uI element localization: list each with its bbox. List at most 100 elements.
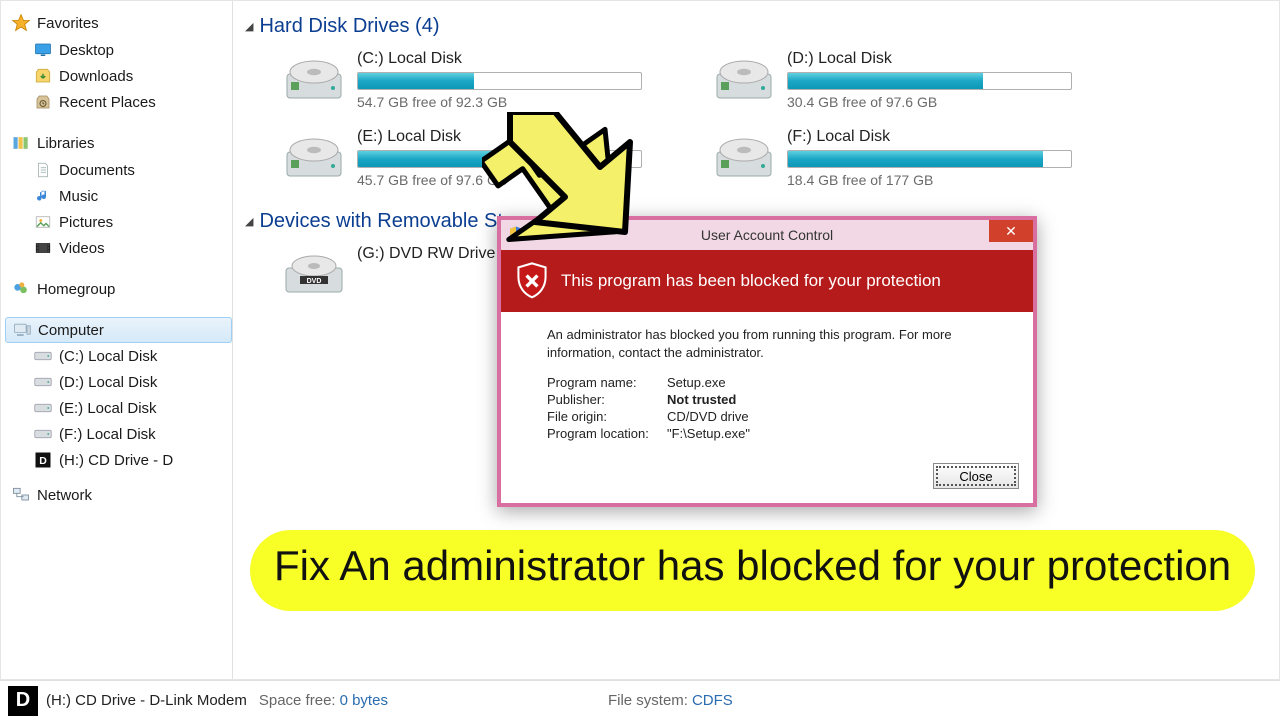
sidebar-item-e-drive[interactable]: (E:) Local Disk [5,395,232,421]
hdd-drive-icon [279,128,349,186]
recent-places-icon [33,92,53,112]
explorer-window: Favorites Desktop Downloads Recent Place… [0,0,1280,720]
item-label: Downloads [59,68,133,85]
sidebar-item-h-drive[interactable]: D (H:) CD Drive - D [5,447,232,473]
pictures-icon [33,212,53,232]
sidebar-item-d-drive[interactable]: (D:) Local Disk [5,369,232,395]
sidebar-item-music[interactable]: Music [5,183,232,209]
sidebar-item-recent-places[interactable]: Recent Places [5,89,232,115]
homegroup-icon [11,279,31,299]
item-label: Music [59,188,98,205]
network-label: Network [37,487,92,504]
drive-item[interactable]: (D:) Local Disk 30.4 GB free of 97.6 GB [709,50,1099,110]
hdd-section-header[interactable]: ◢ Hard Disk Drives (4) [245,15,1263,38]
uac-detail-row: Program name:Setup.exe [547,375,987,390]
drive-item[interactable]: (C:) Local Disk 54.7 GB free of 92.3 GB [279,50,669,110]
item-label: Recent Places [59,94,156,111]
hdd-section-label: Hard Disk Drives (4) [259,15,439,38]
drive-item[interactable]: (F:) Local Disk 18.4 GB free of 177 GB [709,128,1099,188]
drive-label: (F:) Local Disk [787,128,1099,146]
uac-body: An administrator has blocked you from ru… [501,312,1033,453]
item-label: Videos [59,240,105,257]
uac-detail-value: Not trusted [667,392,736,407]
libraries-icon [11,133,31,153]
collapse-triangle-icon: ◢ [245,215,253,228]
uac-headline: This program has been blocked for your p… [561,271,941,291]
favorites-label: Favorites [37,15,99,32]
libraries-group: Libraries Documents Music Pictures Video… [5,129,232,261]
uac-detail-value: Setup.exe [667,375,726,390]
uac-detail-row: File origin:CD/DVD drive [547,409,987,424]
svg-text:DVD: DVD [307,278,322,285]
uac-title-text: User Account Control [701,227,833,243]
statusbar-drive-icon: D [8,686,38,716]
cd-icon: D [33,450,53,470]
navigation-sidebar: Favorites Desktop Downloads Recent Place… [1,1,233,679]
desktop-icon [33,40,53,60]
statusbar-space-value: 0 bytes [340,692,388,709]
uac-detail-key: Program location: [547,426,667,441]
hdd-icon [33,424,53,444]
drive-free-text: 30.4 GB free of 97.6 GB [787,94,1099,110]
hdd-drives-list: (C:) Local Disk 54.7 GB free of 92.3 GB … [279,50,1263,206]
arrow-annotation-icon [490,112,660,262]
favorites-group: Favorites Desktop Downloads Recent Place… [5,9,232,115]
hdd-drive-icon [709,50,779,108]
hdd-drive-icon [279,50,349,108]
uac-detail-value: "F:\Setup.exe" [667,426,750,441]
status-bar: D (H:) CD Drive - D-Link Modem Space fre… [0,680,1280,720]
item-label: (E:) Local Disk [59,400,157,417]
videos-icon [33,238,53,258]
hdd-icon [33,346,53,366]
network-group: Network [5,481,232,509]
hdd-drive-icon [709,128,779,186]
uac-close-button[interactable]: ✕ [989,220,1033,242]
uac-details: Program name:Setup.exe Publisher:Not trus… [547,375,987,441]
network-header[interactable]: Network [5,481,232,509]
item-label: (D:) Local Disk [59,374,157,391]
sidebar-item-pictures[interactable]: Pictures [5,209,232,235]
sidebar-item-desktop[interactable]: Desktop [5,37,232,63]
uac-detail-value: CD/DVD drive [667,409,749,424]
svg-text:D: D [39,455,47,467]
music-icon [33,186,53,206]
libraries-header[interactable]: Libraries [5,129,232,157]
computer-label: Computer [38,322,104,339]
uac-button-row: Close [501,453,1033,503]
caption-text: Fix An administrator has blocked for you… [274,542,1231,589]
uac-detail-key: Publisher: [547,392,667,407]
sidebar-item-c-drive[interactable]: (C:) Local Disk [5,343,232,369]
sidebar-item-downloads[interactable]: Downloads [5,63,232,89]
sidebar-item-videos[interactable]: Videos [5,235,232,261]
hdd-icon [33,372,53,392]
item-label: Pictures [59,214,113,231]
network-icon [11,485,31,505]
computer-icon [12,320,32,340]
item-label: (C:) Local Disk [59,348,157,365]
sidebar-item-documents[interactable]: Documents [5,157,232,183]
star-icon [11,13,31,33]
homegroup-header[interactable]: Homegroup [5,275,232,303]
drive-free-text: 54.7 GB free of 92.3 GB [357,94,669,110]
homegroup-group: Homegroup [5,275,232,303]
drive-usage-bar [787,72,1072,90]
libraries-label: Libraries [37,135,95,152]
uac-close-action-button[interactable]: Close [933,463,1019,489]
collapse-triangle-icon: ◢ [245,20,253,33]
computer-header[interactable]: Computer [5,317,232,343]
drive-label: (C:) Local Disk [357,50,669,68]
uac-detail-row: Program location:"F:\Setup.exe" [547,426,987,441]
sidebar-item-f-drive[interactable]: (F:) Local Disk [5,421,232,447]
favorites-header[interactable]: Favorites [5,9,232,37]
statusbar-fs-label: File system: [608,692,688,709]
dvd-drive-icon: DVD [279,245,349,303]
documents-icon [33,160,53,180]
uac-detail-row: Publisher:Not trusted [547,392,987,407]
item-label: Documents [59,162,135,179]
drive-label: (D:) Local Disk [787,50,1099,68]
drive-usage-bar [787,150,1072,168]
hdd-icon [33,398,53,418]
item-label: (F:) Local Disk [59,426,156,443]
downloads-icon [33,66,53,86]
drive-usage-bar [357,72,642,90]
